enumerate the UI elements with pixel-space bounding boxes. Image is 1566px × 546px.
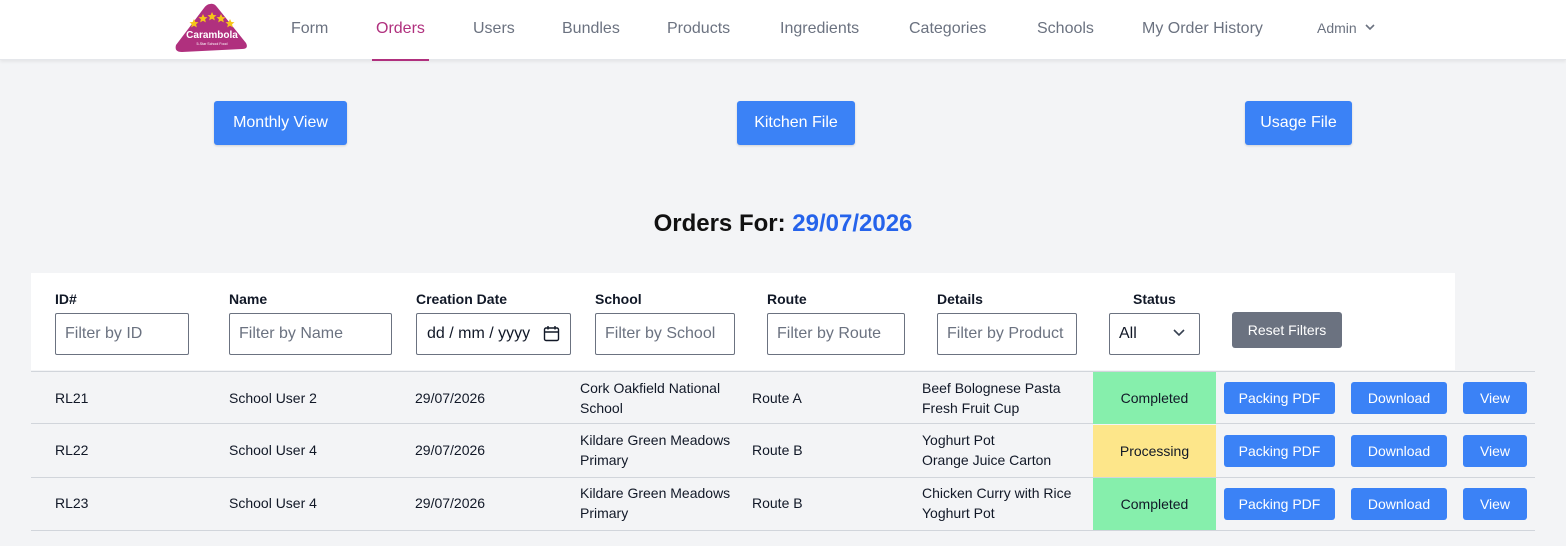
status-filter-label: Status [1133, 291, 1176, 307]
download-button[interactable]: Download [1351, 488, 1447, 520]
order-school-line2: Primary [580, 505, 629, 521]
nav-ingredients[interactable]: Ingredients [780, 0, 859, 60]
school-filter-input[interactable]: Filter by School [595, 313, 735, 355]
view-button[interactable]: View [1463, 382, 1527, 414]
usage-file-button[interactable]: Usage File [1245, 101, 1352, 145]
page-title-date: 29/07/2026 [792, 210, 913, 237]
details-filter-input[interactable]: Filter by Product [937, 313, 1077, 355]
view-button[interactable]: View [1463, 488, 1527, 520]
order-user-name: School User 4 [229, 442, 317, 458]
packing-pdf-button[interactable]: Packing PDF [1224, 382, 1335, 414]
logo-text: Carambola [186, 30, 238, 41]
packing-pdf-button[interactable]: Packing PDF [1224, 488, 1335, 520]
order-detail-item: Beef Bolognese Pasta [922, 380, 1061, 396]
route-filter-input[interactable]: Filter by Route [767, 313, 905, 355]
status-filter-select[interactable]: All [1109, 313, 1200, 355]
order-detail-item: Yoghurt Pot [922, 505, 995, 521]
chevron-down-icon [1365, 24, 1375, 30]
download-button[interactable]: Download [1351, 382, 1447, 414]
admin-label: Admin [1317, 20, 1357, 36]
order-detail-item: Yoghurt Pot [922, 432, 995, 448]
status-filter-value: All [1119, 325, 1137, 342]
name-filter-input[interactable]: Filter by Name [229, 313, 392, 355]
route-filter-label: Route [767, 291, 807, 307]
nav-users[interactable]: Users [473, 0, 515, 60]
nav-bundles[interactable]: Bundles [562, 0, 620, 60]
nav-products[interactable]: Products [667, 0, 730, 60]
details-filter-label: Details [937, 291, 983, 307]
order-details: Beef Bolognese Pasta Fresh Fruit Cup [922, 378, 1061, 418]
order-school: Cork Oakfield National School [580, 378, 720, 418]
order-detail-item: Orange Juice Carton [922, 452, 1052, 468]
order-school-line2: School [580, 400, 623, 416]
kitchen-file-button[interactable]: Kitchen File [737, 101, 855, 145]
creation-date-filter-label: Creation Date [416, 291, 508, 307]
school-filter-label: School [595, 291, 642, 307]
status-badge: Completed [1093, 372, 1216, 424]
nav-my-order-history[interactable]: My Order History [1142, 0, 1263, 60]
order-date: 29/07/2026 [415, 495, 486, 511]
id-filter-label: ID# [55, 291, 77, 307]
creation-date-placeholder: dd / mm / yyyy [427, 325, 531, 342]
order-school: Kildare Green Meadows Primary [580, 483, 730, 523]
order-user-name: School User 2 [229, 390, 317, 406]
top-navbar: Carambola 5-Star School Food Form Orders… [0, 0, 1566, 61]
order-route: Route B [752, 442, 803, 458]
creation-date-filter-input[interactable]: dd / mm / yyyy [416, 313, 571, 355]
order-id: RL21 [55, 390, 89, 406]
order-route: Route A [752, 390, 802, 406]
status-badge: Processing [1093, 425, 1216, 477]
nav-form[interactable]: Form [291, 0, 328, 60]
order-date: 29/07/2026 [415, 390, 486, 406]
order-route: Route B [752, 495, 803, 511]
page-title: Orders For: 29/07/2026 [0, 210, 1566, 238]
order-date: 29/07/2026 [415, 442, 486, 458]
order-detail-item: Fresh Fruit Cup [922, 400, 1020, 416]
admin-menu[interactable]: Admin [1317, 0, 1375, 56]
nav-categories[interactable]: Categories [909, 0, 986, 60]
table-row: RL23 School User 4 29/07/2026 Kildare Gr… [31, 478, 1535, 531]
nav-schools[interactable]: Schools [1037, 0, 1094, 60]
order-details: Chicken Curry with Rice Yoghurt Pot [922, 483, 1071, 523]
download-button[interactable]: Download [1351, 435, 1447, 467]
name-filter-label: Name [229, 291, 268, 307]
view-button[interactable]: View [1463, 435, 1527, 467]
order-school-line2: Primary [580, 452, 629, 468]
status-badge: Completed [1093, 478, 1216, 530]
order-id: RL23 [55, 495, 89, 511]
order-details: Yoghurt Pot Orange Juice Carton [922, 430, 1051, 470]
order-school-line1: Kildare Green Meadows [580, 485, 731, 501]
order-school-line1: Cork Oakfield National [580, 380, 721, 396]
order-id: RL22 [55, 442, 89, 458]
order-detail-item: Chicken Curry with Rice [922, 485, 1072, 501]
carambola-logo[interactable]: Carambola 5-Star School Food [172, 3, 250, 55]
nav-orders[interactable]: Orders [372, 0, 429, 61]
packing-pdf-button[interactable]: Packing PDF [1224, 435, 1335, 467]
calendar-icon[interactable] [543, 325, 560, 342]
reset-filters-button[interactable]: Reset Filters [1232, 312, 1342, 348]
table-row: RL22 School User 4 29/07/2026 Kildare Gr… [31, 425, 1535, 478]
table-row: RL21 School User 2 29/07/2026 Cork Oakfi… [31, 371, 1535, 424]
page-title-prefix: Orders For: [653, 210, 786, 237]
logo-tagline: 5-Star School Food [197, 42, 228, 46]
id-filter-input[interactable]: Filter by ID [55, 313, 189, 355]
order-user-name: School User 4 [229, 495, 317, 511]
monthly-view-button[interactable]: Monthly View [214, 101, 347, 145]
chevron-down-icon [1173, 329, 1185, 337]
order-school-line1: Kildare Green Meadows [580, 432, 731, 448]
order-school: Kildare Green Meadows Primary [580, 430, 730, 470]
